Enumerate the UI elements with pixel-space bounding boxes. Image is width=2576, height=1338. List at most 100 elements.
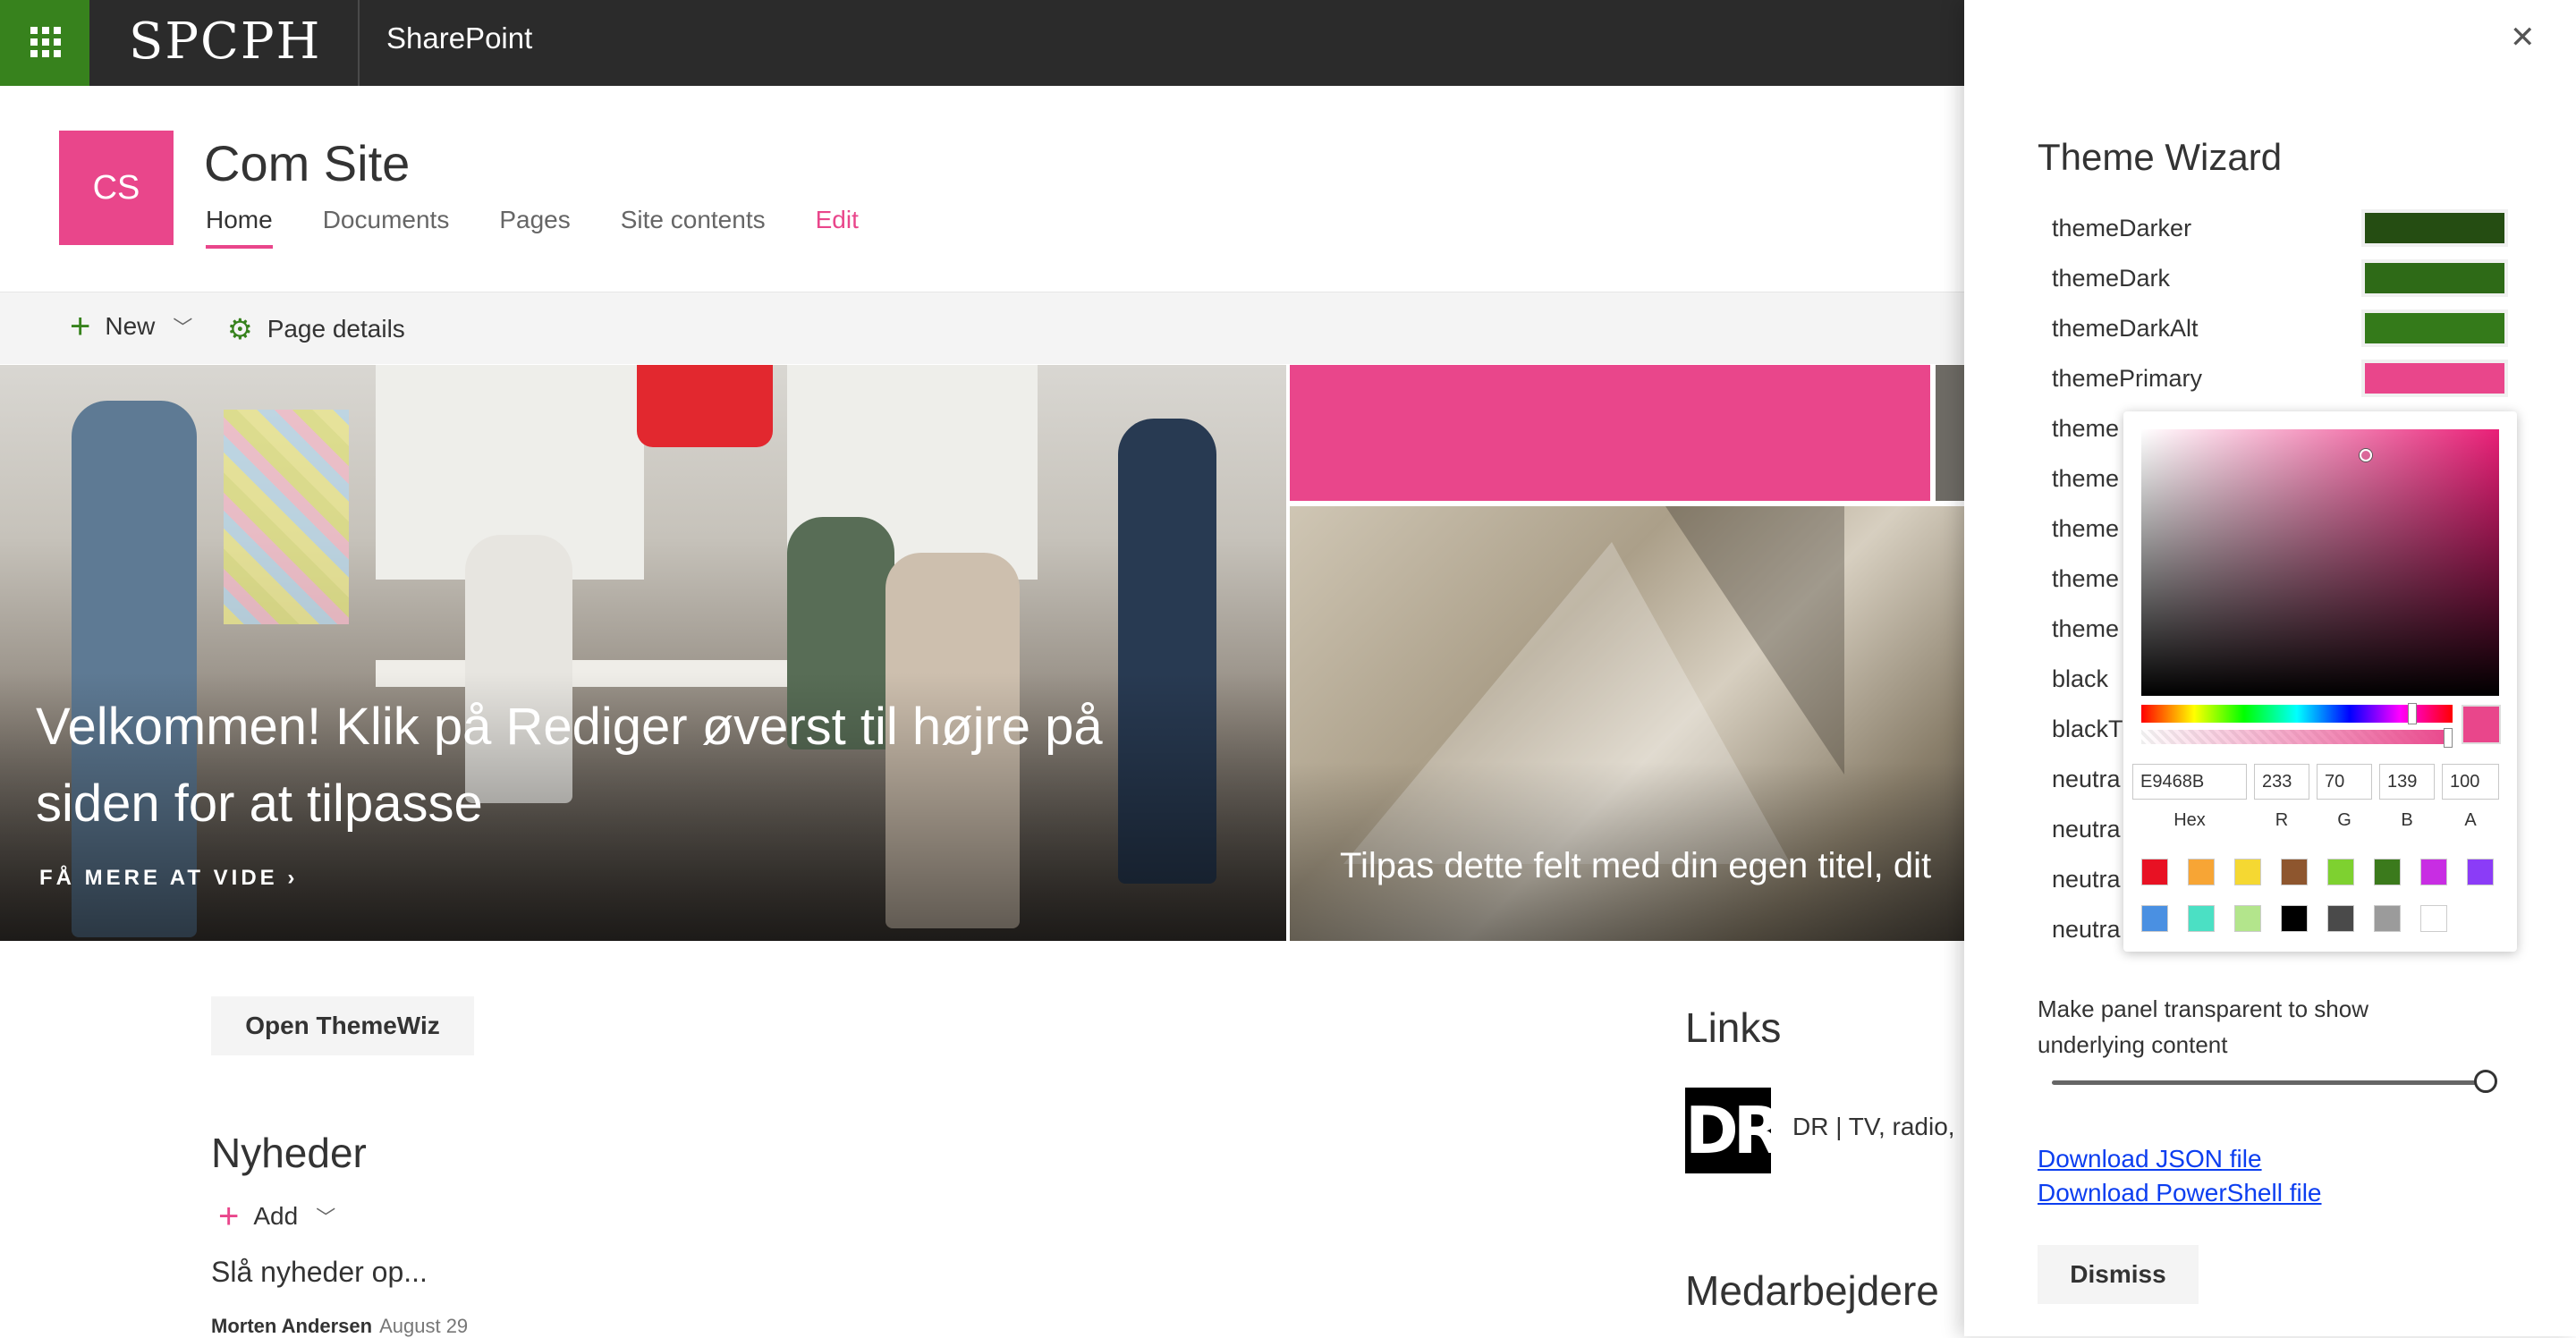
close-icon[interactable]: ✕ <box>2510 20 2536 55</box>
swatch-grid <box>2141 859 2494 932</box>
transparency-slider[interactable] <box>2052 1080 2488 1085</box>
theme-slot-label: neutra <box>2052 916 2121 943</box>
color-swatch[interactable] <box>2420 859 2447 885</box>
color-swatch[interactable] <box>2374 859 2401 885</box>
hero-title[interactable]: Velkommen! Klik på Rediger øverst til hø… <box>36 689 1199 843</box>
hero-architecture-tile[interactable]: Tilpas dette felt med din egen titel, di… <box>1290 506 1964 941</box>
color-swatch[interactable] <box>2281 905 2308 932</box>
new-label: New <box>105 312 156 340</box>
a-input[interactable] <box>2442 764 2499 800</box>
color-swatch[interactable] <box>2234 859 2261 885</box>
app-launcher-button[interactable] <box>0 0 89 86</box>
theme-slot-row[interactable]: themePrimary <box>2052 360 2517 401</box>
theme-slot-label: theme <box>2052 465 2120 492</box>
theme-slot-label: theme <box>2052 565 2120 592</box>
b-label: B <box>2401 810 2413 830</box>
author-name: Morten Andersen <box>211 1315 373 1337</box>
hero-main-tile[interactable]: Velkommen! Klik på Rediger øverst til hø… <box>0 365 1286 941</box>
theme-slot-label: blackT <box>2052 716 2123 742</box>
r-label: R <box>2275 810 2289 830</box>
theme-slot-row[interactable]: themeDarker <box>2052 209 2517 250</box>
nav-home[interactable]: Home <box>206 206 273 249</box>
hue-slider-thumb[interactable] <box>2408 703 2417 724</box>
chevron-down-icon: ﹀ <box>316 1207 336 1229</box>
plus-icon: + <box>70 307 91 346</box>
theme-slot-swatch[interactable] <box>2361 309 2508 347</box>
color-thumb[interactable] <box>2360 449 2372 462</box>
theme-slot-label: theme <box>2052 515 2120 542</box>
links-heading: Links <box>1685 1004 1782 1051</box>
color-swatch[interactable] <box>2234 905 2261 932</box>
news-author: Morten Andersen August 29 <box>211 1315 468 1338</box>
org-logo[interactable]: SPCPH <box>129 13 321 71</box>
page-details-label: Page details <box>267 315 405 343</box>
color-swatch[interactable] <box>2327 905 2354 932</box>
color-swatch[interactable] <box>2141 859 2168 885</box>
color-swatch[interactable] <box>2420 905 2447 932</box>
alpha-slider[interactable] <box>2141 730 2453 744</box>
color-swatch[interactable] <box>2188 905 2215 932</box>
theme-slot-swatch[interactable] <box>2361 209 2508 247</box>
dismiss-button[interactable]: Dismiss <box>2038 1245 2199 1304</box>
tile-caption: Tilpas dette felt med din egen titel, di… <box>1340 846 1932 885</box>
hex-label: Hex <box>2174 810 2206 830</box>
alpha-slider-thumb[interactable] <box>2444 728 2453 748</box>
news-add-button[interactable]: + Add ﹀ <box>218 1197 336 1236</box>
download-json-link[interactable]: Download JSON file <box>2038 1145 2262 1173</box>
theme-slot-label: themePrimary <box>2052 365 2203 392</box>
learn-more-label: FÅ MERE AT VIDE <box>39 866 278 890</box>
theme-slot-row[interactable]: themeDark <box>2052 259 2517 301</box>
open-themewiz-button[interactable]: Open ThemeWiz <box>211 996 474 1055</box>
news-post-link[interactable]: Slå nyheder op... <box>211 1256 428 1289</box>
new-button[interactable]: + New ﹀ <box>70 307 193 346</box>
dr-logo[interactable]: DR <box>1685 1088 1771 1173</box>
architecture-image <box>1665 506 1844 775</box>
theme-slot-label: theme <box>2052 615 2120 642</box>
link-item[interactable]: DR | TV, radio, <box>1792 1113 1964 1141</box>
learn-more-link[interactable]: FÅ MERE AT VIDE › <box>39 866 298 891</box>
hero-pink-tile[interactable] <box>1290 365 1930 501</box>
color-swatch[interactable] <box>2188 859 2215 885</box>
hue-slider[interactable] <box>2141 705 2453 723</box>
a-label: A <box>2464 810 2477 830</box>
r-input[interactable] <box>2254 764 2309 800</box>
hex-input[interactable] <box>2132 764 2247 800</box>
panel-title: Theme Wizard <box>2038 136 2283 178</box>
hero-gray-tile[interactable] <box>1936 365 1964 501</box>
theme-slot-row[interactable]: themeDarkAlt <box>2052 309 2517 351</box>
news-add-label: Add <box>253 1202 299 1230</box>
theme-slot-swatch[interactable] <box>2361 360 2508 397</box>
plus-icon: + <box>218 1197 240 1236</box>
nav-documents[interactable]: Documents <box>323 206 450 249</box>
theme-slot-swatch[interactable] <box>2361 259 2508 297</box>
transparency-slider-thumb[interactable] <box>2474 1070 2497 1093</box>
suite-divider <box>358 0 360 86</box>
page-details-button[interactable]: ⚙ Page details <box>227 312 405 346</box>
color-swatch[interactable] <box>2467 859 2494 885</box>
download-powershell-link[interactable]: Download PowerShell file <box>2038 1179 2322 1207</box>
theme-slot-label: theme <box>2052 415 2120 442</box>
site-logo[interactable]: CS <box>59 131 174 245</box>
color-swatch[interactable] <box>2281 859 2308 885</box>
theme-slot-label: neutra <box>2052 866 2121 893</box>
saturation-value-area[interactable] <box>2141 429 2499 696</box>
theme-slot-label: themeDarkAlt <box>2052 315 2199 342</box>
color-swatch[interactable] <box>2327 859 2354 885</box>
waffle-icon <box>30 27 61 57</box>
color-picker: Hex R G B A <box>2123 411 2517 952</box>
theme-slot-label: neutra <box>2052 816 2121 843</box>
nav-pages[interactable]: Pages <box>499 206 570 249</box>
site-navigation: Home Documents Pages Site contents Edit <box>206 206 909 249</box>
nav-site-contents[interactable]: Site contents <box>621 206 766 249</box>
color-preview <box>2462 705 2501 744</box>
app-name-link[interactable]: SharePoint <box>386 21 532 55</box>
color-swatch[interactable] <box>2141 905 2168 932</box>
g-input[interactable] <box>2317 764 2372 800</box>
chevron-down-icon: ﹀ <box>173 317 193 339</box>
nav-edit[interactable]: Edit <box>816 206 859 249</box>
color-swatch[interactable] <box>2374 905 2401 932</box>
theme-slot-label: black <box>2052 665 2109 692</box>
theme-slot-label: themeDark <box>2052 265 2171 292</box>
b-input[interactable] <box>2379 764 2435 800</box>
site-title[interactable]: Com Site <box>204 134 410 192</box>
